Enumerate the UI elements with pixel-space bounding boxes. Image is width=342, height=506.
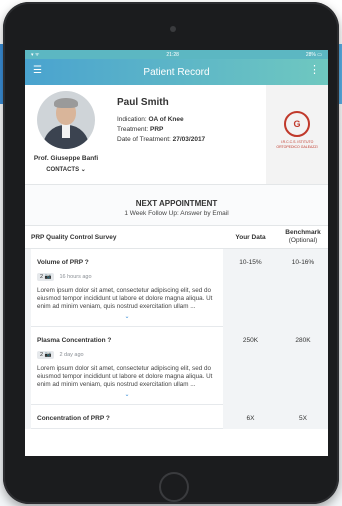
clock: 21:28 [166, 51, 179, 58]
institute-logo-mark: G [284, 111, 310, 137]
indication-value: OA of Knee [148, 116, 184, 123]
camera-icon [170, 26, 176, 32]
tablet-frame: ▾ ᯤ 21:28 28% ▭ ☰ Patient Record ⋮ Prof.… [3, 2, 339, 504]
page-title: Patient Record [143, 66, 210, 78]
treatment-date-value: 27/03/2017 [172, 136, 206, 143]
chevron-down-icon[interactable]: ⌄ [37, 391, 217, 398]
battery-indicator: 28% ▭ [305, 51, 322, 58]
profile-card: Prof. Giuseppe Banfi CONTACTS ⌄ Paul Smi… [25, 85, 328, 185]
home-button[interactable] [159, 472, 189, 502]
table-row: Concentration of PRP ? 6X 5X [25, 405, 328, 429]
survey-table-header: PRP Quality Control Survey Your Data Ben… [25, 226, 328, 249]
chevron-down-icon[interactable]: ⌄ [37, 313, 217, 320]
hamburger-icon[interactable]: ☰ [33, 66, 42, 76]
doctor-avatar [37, 91, 95, 149]
benchmark-value: 280K [295, 337, 311, 344]
timestamp: 2 day ago [59, 352, 84, 358]
col-survey: PRP Quality Control Survey [31, 233, 117, 241]
col-your-data: Your Data [235, 233, 266, 241]
question-card[interactable]: Plasma Concentration ? 2 📷 2 day ago Lor… [31, 327, 223, 405]
table-row: Plasma Concentration ? 2 📷 2 day ago Lor… [25, 327, 328, 405]
status-bar: ▾ ᯤ 21:28 28% ▭ [25, 50, 328, 59]
treatment-line: Treatment: PRP [117, 126, 164, 133]
app-screen: ▾ ᯤ 21:28 28% ▭ ☰ Patient Record ⋮ Prof.… [25, 50, 328, 456]
patient-name: Paul Smith [117, 97, 169, 108]
more-vertical-icon[interactable]: ⋮ [309, 64, 320, 76]
benchmark-value: 10-16% [291, 259, 315, 266]
your-data-value: 10-15% [239, 259, 262, 266]
next-appointment: NEXT APPOINTMENT 1 Week Follow Up: Answe… [25, 185, 328, 226]
indication-line: Indication: OA of Knee [117, 116, 184, 123]
treatment-date-line: Date of Treatment: 27/03/2017 [117, 136, 206, 143]
timestamp: 16 hours ago [59, 274, 92, 280]
contacts-dropdown[interactable]: CONTACTS ⌄ [46, 166, 86, 173]
question-title: Concentration of PRP ? [37, 415, 110, 422]
photo-count-badge[interactable]: 2 📷 [37, 351, 55, 359]
benchmark-value: 5X [299, 415, 307, 422]
your-data-value: 250K [242, 337, 259, 344]
doctor-name: Prof. Giuseppe Banfi [33, 155, 99, 162]
question-card[interactable]: Volume of PRP ? 2 📷 16 hours ago Lorem i… [31, 249, 223, 327]
question-body: Lorem ipsum dolor sit amet, consectetur … [37, 287, 213, 310]
appointment-detail: 1 Week Follow Up: Answer by Email [124, 210, 229, 217]
app-bar: ☰ Patient Record ⋮ [25, 59, 328, 85]
question-title: Plasma Concentration ? [37, 337, 112, 344]
patient-info: Paul Smith Indication: OA of Knee Treatm… [107, 85, 266, 184]
survey-rows: Volume of PRP ? 2 📷 16 hours ago Lorem i… [25, 249, 328, 429]
institute-logo-text: I.R.C.C.S. ISTITUTO ORTOPEDICO GALEAZZI [276, 140, 318, 149]
appointment-heading: NEXT APPOINTMENT [135, 199, 218, 208]
signal-icon: ▾ ᯤ [31, 51, 40, 58]
institute-logo: G I.R.C.C.S. ISTITUTO ORTOPEDICO GALEAZZ… [266, 85, 328, 184]
your-data-value: 6X [246, 415, 255, 422]
question-title: Volume of PRP ? [37, 259, 89, 266]
photo-count-badge[interactable]: 2 📷 [37, 273, 55, 281]
col-benchmark: Benchmark (Optional) [285, 229, 321, 244]
question-body: Lorem ipsum dolor sit amet, consectetur … [37, 365, 213, 388]
question-card[interactable]: Concentration of PRP ? [31, 405, 223, 429]
treatment-value: PRP [150, 126, 164, 133]
doctor-panel: Prof. Giuseppe Banfi CONTACTS ⌄ [25, 85, 107, 184]
table-row: Volume of PRP ? 2 📷 16 hours ago Lorem i… [25, 249, 328, 327]
